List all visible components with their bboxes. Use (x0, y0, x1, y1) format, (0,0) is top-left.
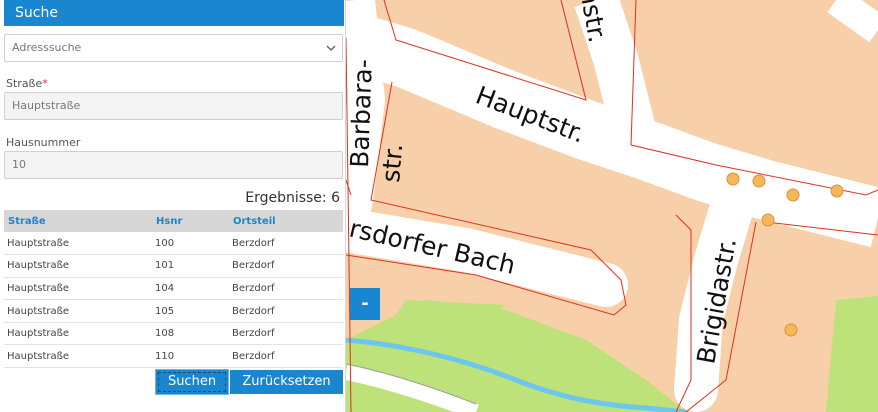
map-view[interactable]: Hauptstr. hstr. Barbara- str. rsdorfer B… (346, 0, 878, 412)
table-row[interactable]: Hauptstraße 105 Berzdorf (4, 299, 343, 323)
cell-ortsteil: Berzdorf (229, 344, 343, 369)
address-search-select[interactable]: Adresssuche (4, 34, 343, 62)
cell-hsnr: 110 (152, 344, 229, 369)
cell-hsnr: 101 (152, 254, 229, 278)
table-row[interactable]: Hauptstraße 104 Berzdorf (4, 277, 343, 301)
house-number-label: Hausnummer (6, 136, 81, 149)
street-field[interactable]: Hauptstraße (4, 92, 343, 120)
address-marker (761, 213, 775, 227)
street-label-text: Straße (6, 77, 43, 90)
search-button[interactable]: Suchen (156, 370, 228, 394)
required-mark: * (42, 77, 48, 90)
label-barbarastr-line2: str. (376, 142, 408, 183)
column-header-ortsteil[interactable]: Ortsteil (229, 210, 343, 232)
label-hstr-partial: hstr. (574, 0, 612, 45)
cell-ortsteil: Berzdorf (229, 299, 343, 323)
table-row[interactable]: Hauptstraße 100 Berzdorf (4, 232, 343, 256)
street-value: Hauptstraße (12, 99, 81, 112)
cell-strasse: Hauptstraße (4, 254, 152, 278)
column-header-hsnr[interactable]: Hsnr (152, 210, 229, 232)
reset-button[interactable]: Zurücksetzen (230, 370, 343, 394)
house-number-field[interactable]: 10 (4, 151, 343, 179)
table-row[interactable]: Hauptstraße 110 Berzdorf (4, 344, 343, 369)
table-row[interactable]: Hauptstraße 108 Berzdorf (4, 322, 343, 346)
green-area-right (826, 296, 878, 412)
map-canvas: Hauptstr. hstr. Barbara- str. rsdorfer B… (346, 0, 878, 412)
cell-ortsteil: Berzdorf (229, 277, 343, 301)
address-marker (752, 174, 766, 188)
cell-hsnr: 108 (152, 322, 229, 346)
address-marker (726, 172, 740, 186)
street-label: Straße* (6, 77, 48, 90)
table-row[interactable]: Hauptstraße 101 Berzdorf (4, 254, 343, 278)
panel-title: Suche (4, 0, 344, 26)
zoom-out-button[interactable]: - (350, 288, 380, 320)
results-count: Ergebnisse: 6 (245, 190, 340, 206)
house-number-value: 10 (12, 158, 26, 171)
cell-ortsteil: Berzdorf (229, 322, 343, 346)
cell-hsnr: 105 (152, 299, 229, 323)
address-marker (786, 188, 800, 202)
cell-strasse: Hauptstraße (4, 232, 152, 256)
label-barbarastr-line1: Barbara- (346, 59, 378, 169)
cell-hsnr: 100 (152, 232, 229, 256)
table-header-row: Straße Hsnr Ortsteil (4, 210, 343, 232)
cell-strasse: Hauptstraße (4, 344, 152, 369)
address-marker (830, 184, 844, 198)
cell-ortsteil: Berzdorf (229, 232, 343, 256)
cell-hsnr: 104 (152, 277, 229, 301)
address-marker (784, 323, 798, 337)
road-top-right (827, 0, 878, 43)
chevron-down-icon (326, 45, 336, 52)
address-search-placeholder: Adresssuche (12, 41, 82, 54)
cell-strasse: Hauptstraße (4, 299, 152, 323)
cell-strasse: Hauptstraße (4, 322, 152, 346)
column-header-strasse[interactable]: Straße (4, 210, 152, 232)
search-panel: Suche Adresssuche Straße* Hauptstraße Ha… (0, 0, 346, 412)
cell-strasse: Hauptstraße (4, 277, 152, 301)
results-table: Straße Hsnr Ortsteil Hauptstraße 100 Ber… (4, 210, 343, 369)
cell-ortsteil: Berzdorf (229, 254, 343, 278)
